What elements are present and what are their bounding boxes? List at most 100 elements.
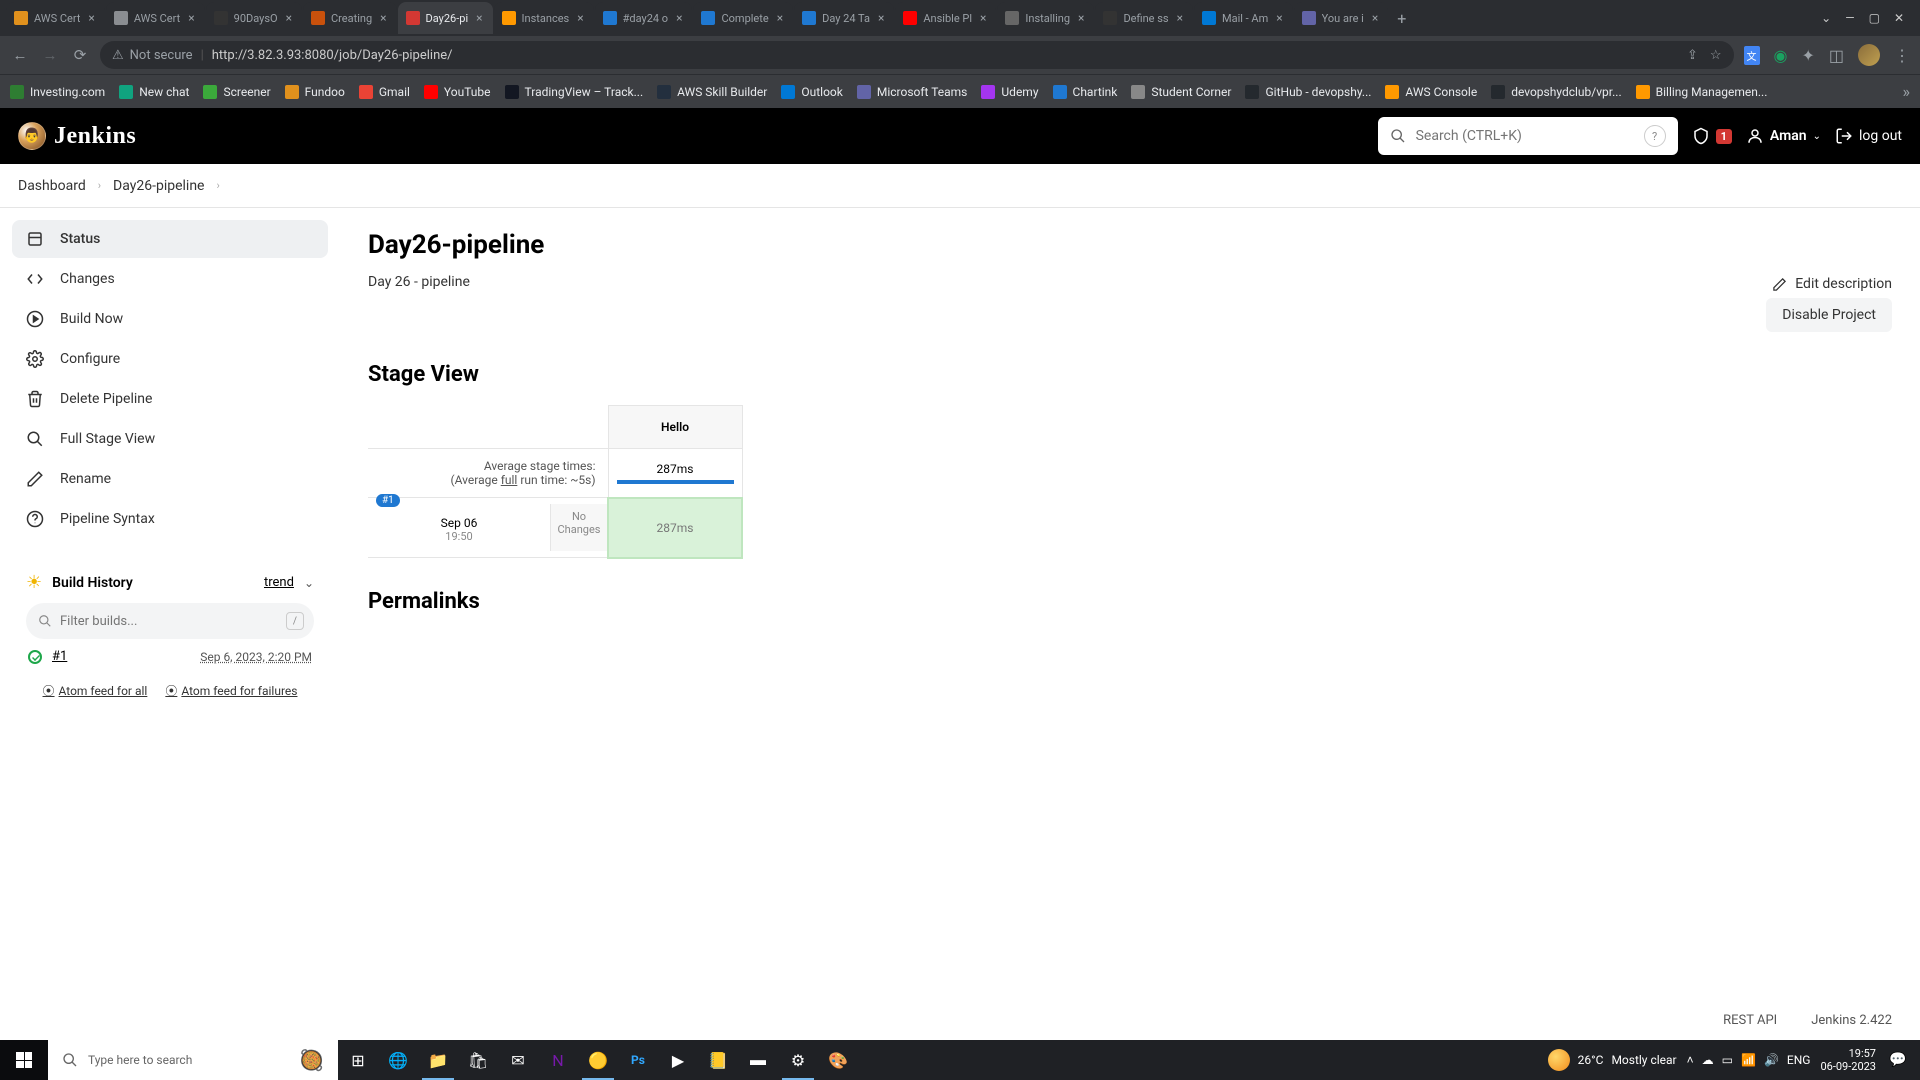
build-row[interactable]: #1 Sep 6, 2023, 2:20 PM <box>12 639 328 674</box>
photoshop-icon[interactable]: Ps <box>618 1040 658 1080</box>
taskbar-clock[interactable]: 19:57 06-09-2023 <box>1820 1047 1876 1073</box>
sticky-notes-icon[interactable]: 📒 <box>698 1040 738 1080</box>
breadcrumb-dashboard[interactable]: Dashboard <box>18 178 86 194</box>
tray-chevron-icon[interactable]: ˄ <box>1687 1053 1694 1067</box>
taskbar-search[interactable]: Type here to search 🥘 <box>48 1040 338 1080</box>
sidebar-item-pencil[interactable]: Rename <box>12 460 328 498</box>
bookmark-item[interactable]: GitHub - devopshy... <box>1245 85 1371 99</box>
sublime-icon[interactable]: ▶ <box>658 1040 698 1080</box>
tab-close-icon[interactable]: × <box>474 11 484 25</box>
onedrive-icon[interactable]: ☁ <box>1702 1053 1714 1067</box>
disable-project-button[interactable]: Disable Project <box>1766 298 1892 332</box>
alerts-button[interactable]: 1 <box>1692 127 1732 145</box>
build-filter[interactable]: / <box>26 603 314 639</box>
back-button[interactable]: ← <box>10 46 30 64</box>
build-date-link[interactable]: Sep 6, 2023, 2:20 PM <box>200 650 312 664</box>
tab-close-icon[interactable]: × <box>1076 11 1086 25</box>
bookmark-item[interactable]: Screener <box>203 85 270 99</box>
sidebar-item-changes[interactable]: Changes <box>12 260 328 298</box>
store-icon[interactable]: 🛍 <box>458 1040 498 1080</box>
browser-tab[interactable]: #day24 o × <box>595 2 693 34</box>
paint-icon[interactable]: 🎨 <box>818 1040 858 1080</box>
user-menu[interactable]: Aman ⌄ <box>1746 127 1821 145</box>
window-close-icon[interactable]: ✕ <box>1894 11 1904 25</box>
forward-button[interactable]: → <box>40 46 60 64</box>
file-explorer-icon[interactable]: 📁 <box>418 1040 458 1080</box>
sidebar-item-status[interactable]: Status <box>12 220 328 258</box>
atom-feed-all-link[interactable]: ⦿ Atom feed for all <box>43 682 148 699</box>
share-icon[interactable]: ⇪ <box>1687 48 1698 63</box>
bookmark-item[interactable]: Udemy <box>981 85 1038 99</box>
bookmark-item[interactable]: devopshydclub/vpr... <box>1491 85 1621 99</box>
browser-tab[interactable]: Day26-pi × <box>398 2 493 34</box>
run-label-cell[interactable]: #1 Sep 06 19:50 <box>368 504 551 551</box>
reload-button[interactable]: ⟳ <box>70 46 90 64</box>
tab-close-icon[interactable]: × <box>674 11 684 25</box>
url-box[interactable]: ⚠ Not secure | http://3.82.3.93:8080/job… <box>100 41 1734 69</box>
bookmark-item[interactable]: Chartink <box>1053 85 1118 99</box>
translate-icon[interactable]: 文 <box>1744 46 1760 65</box>
browser-tab[interactable]: Mail - Am × <box>1194 2 1293 34</box>
sidebar-item-help[interactable]: Pipeline Syntax <box>12 500 328 538</box>
browser-tab[interactable]: Day 24 Ta × <box>794 2 894 34</box>
tab-close-icon[interactable]: × <box>378 11 388 25</box>
security-indicator[interactable]: ⚠ Not secure <box>112 48 193 63</box>
bookmark-item[interactable]: Investing.com <box>10 85 105 99</box>
jenkins-logo[interactable]: 👨 Jenkins <box>18 122 136 150</box>
window-minimize-icon[interactable]: — <box>1845 11 1854 25</box>
tab-close-icon[interactable]: × <box>575 11 585 25</box>
battery-icon[interactable]: ▭ <box>1722 1053 1733 1067</box>
volume-icon[interactable]: 🔊 <box>1764 1053 1779 1067</box>
bookmark-star-icon[interactable]: ☆ <box>1710 48 1722 63</box>
chevron-down-icon[interactable]: ⌄ <box>304 576 314 590</box>
breadcrumb-job[interactable]: Day26-pipeline <box>113 178 204 194</box>
extension-icon[interactable]: ◉ <box>1774 46 1788 65</box>
menu-dots-icon[interactable]: ⋮ <box>1894 46 1910 65</box>
edge-icon[interactable]: 🌐 <box>378 1040 418 1080</box>
search-help-icon[interactable]: ? <box>1644 125 1666 147</box>
bookmark-item[interactable]: TradingView – Track... <box>505 85 644 99</box>
bookmark-item[interactable]: Outlook <box>781 85 842 99</box>
bookmark-item[interactable]: AWS Skill Builder <box>657 85 767 99</box>
tab-close-icon[interactable]: × <box>1370 11 1380 25</box>
build-number-link[interactable]: #1 <box>52 649 67 664</box>
onenote-icon[interactable]: N <box>538 1040 578 1080</box>
side-panel-icon[interactable]: ◫ <box>1829 46 1844 65</box>
start-button[interactable] <box>0 1040 48 1080</box>
rest-api-link[interactable]: REST API <box>1723 1013 1777 1028</box>
weather-widget[interactable]: 26°C Mostly clear <box>1548 1049 1677 1071</box>
bookmark-item[interactable]: YouTube <box>424 85 491 99</box>
notifications-icon[interactable]: 💬 <box>1886 1052 1910 1068</box>
new-tab-button[interactable]: + <box>1389 9 1414 28</box>
window-dropdown-icon[interactable]: ⌄ <box>1821 11 1831 25</box>
search-box[interactable]: ? <box>1378 117 1678 155</box>
browser-tab[interactable]: Define ss × <box>1095 2 1193 34</box>
bookmark-item[interactable]: Billing Managemen... <box>1636 85 1768 99</box>
tab-close-icon[interactable]: × <box>1175 11 1185 25</box>
bookmark-item[interactable]: Fundoo <box>285 85 345 99</box>
settings-icon[interactable]: ⚙ <box>778 1040 818 1080</box>
stage-run-cell[interactable]: 287ms <box>608 498 742 558</box>
extensions-puzzle-icon[interactable]: ✦ <box>1801 46 1814 65</box>
edit-description-button[interactable]: Edit description <box>1772 276 1892 292</box>
tab-close-icon[interactable]: × <box>775 11 785 25</box>
profile-avatar[interactable] <box>1858 44 1880 66</box>
bookmarks-overflow-icon[interactable]: » <box>1903 82 1911 101</box>
bookmark-item[interactable]: New chat <box>119 85 189 99</box>
tab-close-icon[interactable]: × <box>86 11 96 25</box>
bookmark-item[interactable]: AWS Console <box>1385 85 1477 99</box>
tab-close-icon[interactable]: × <box>186 11 196 25</box>
browser-tab[interactable]: 90DaysO × <box>206 2 302 34</box>
bookmark-item[interactable]: Student Corner <box>1131 85 1231 99</box>
browser-tab[interactable]: Creating × <box>303 2 397 34</box>
trend-link[interactable]: trend <box>264 575 294 590</box>
browser-tab[interactable]: Ansible Pl × <box>895 2 996 34</box>
tab-close-icon[interactable]: × <box>876 11 886 25</box>
bookmark-item[interactable]: Gmail <box>359 85 410 99</box>
mail-icon[interactable]: ✉ <box>498 1040 538 1080</box>
atom-feed-failures-link[interactable]: ⦿ Atom feed for failures <box>165 682 297 699</box>
sidebar-item-trash[interactable]: Delete Pipeline <box>12 380 328 418</box>
wifi-icon[interactable]: 📶 <box>1741 1053 1756 1067</box>
browser-tab[interactable]: Complete × <box>693 2 793 34</box>
browser-tab[interactable]: Installing × <box>997 2 1094 34</box>
